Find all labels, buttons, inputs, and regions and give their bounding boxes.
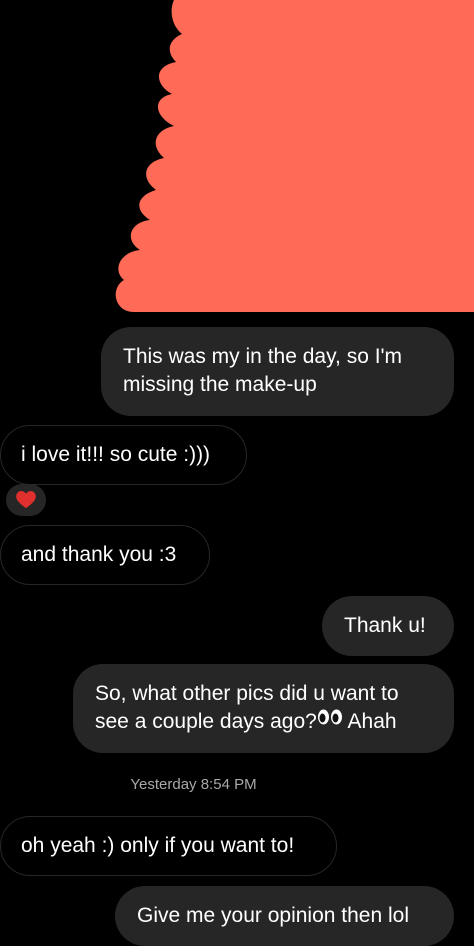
message-text: oh yeah :) only if you want to!: [21, 834, 295, 857]
sent-message-bubble[interactable]: So, what other pics did u want to see a …: [73, 664, 454, 753]
sent-message-bubble[interactable]: Give me your opinion then lol: [115, 886, 454, 946]
received-message-bubble[interactable]: i love it!!! so cute :))): [0, 425, 247, 485]
message-text: Give me your opinion then lol: [137, 904, 409, 927]
received-message-bubble[interactable]: oh yeah :) only if you want to!: [0, 816, 337, 876]
sent-message-bubble[interactable]: This was my in the day, so I'm missing t…: [101, 327, 454, 416]
message-text-line: So, what other pics did u want to: [95, 682, 399, 705]
message-text-line: This was my in the day, so I'm: [123, 345, 403, 368]
message-reaction[interactable]: [6, 484, 46, 516]
message-text-line: see a couple days ago?: [95, 710, 317, 733]
eyes-icon: [317, 706, 343, 734]
message-timestamp: Yesterday 8:54 PM: [130, 776, 257, 793]
message-text: i love it!!! so cute :))): [21, 443, 211, 466]
heart-icon: [16, 491, 36, 509]
redacted-image: [115, 0, 474, 312]
message-text: and thank you :3: [21, 543, 177, 566]
message-text: Thank u!: [344, 614, 426, 637]
message-text-line: missing the make-up: [123, 373, 317, 396]
received-message-bubble[interactable]: and thank you :3: [0, 525, 210, 585]
sent-message-bubble[interactable]: Thank u!: [322, 596, 454, 656]
message-text-line: Ahah: [347, 710, 397, 733]
